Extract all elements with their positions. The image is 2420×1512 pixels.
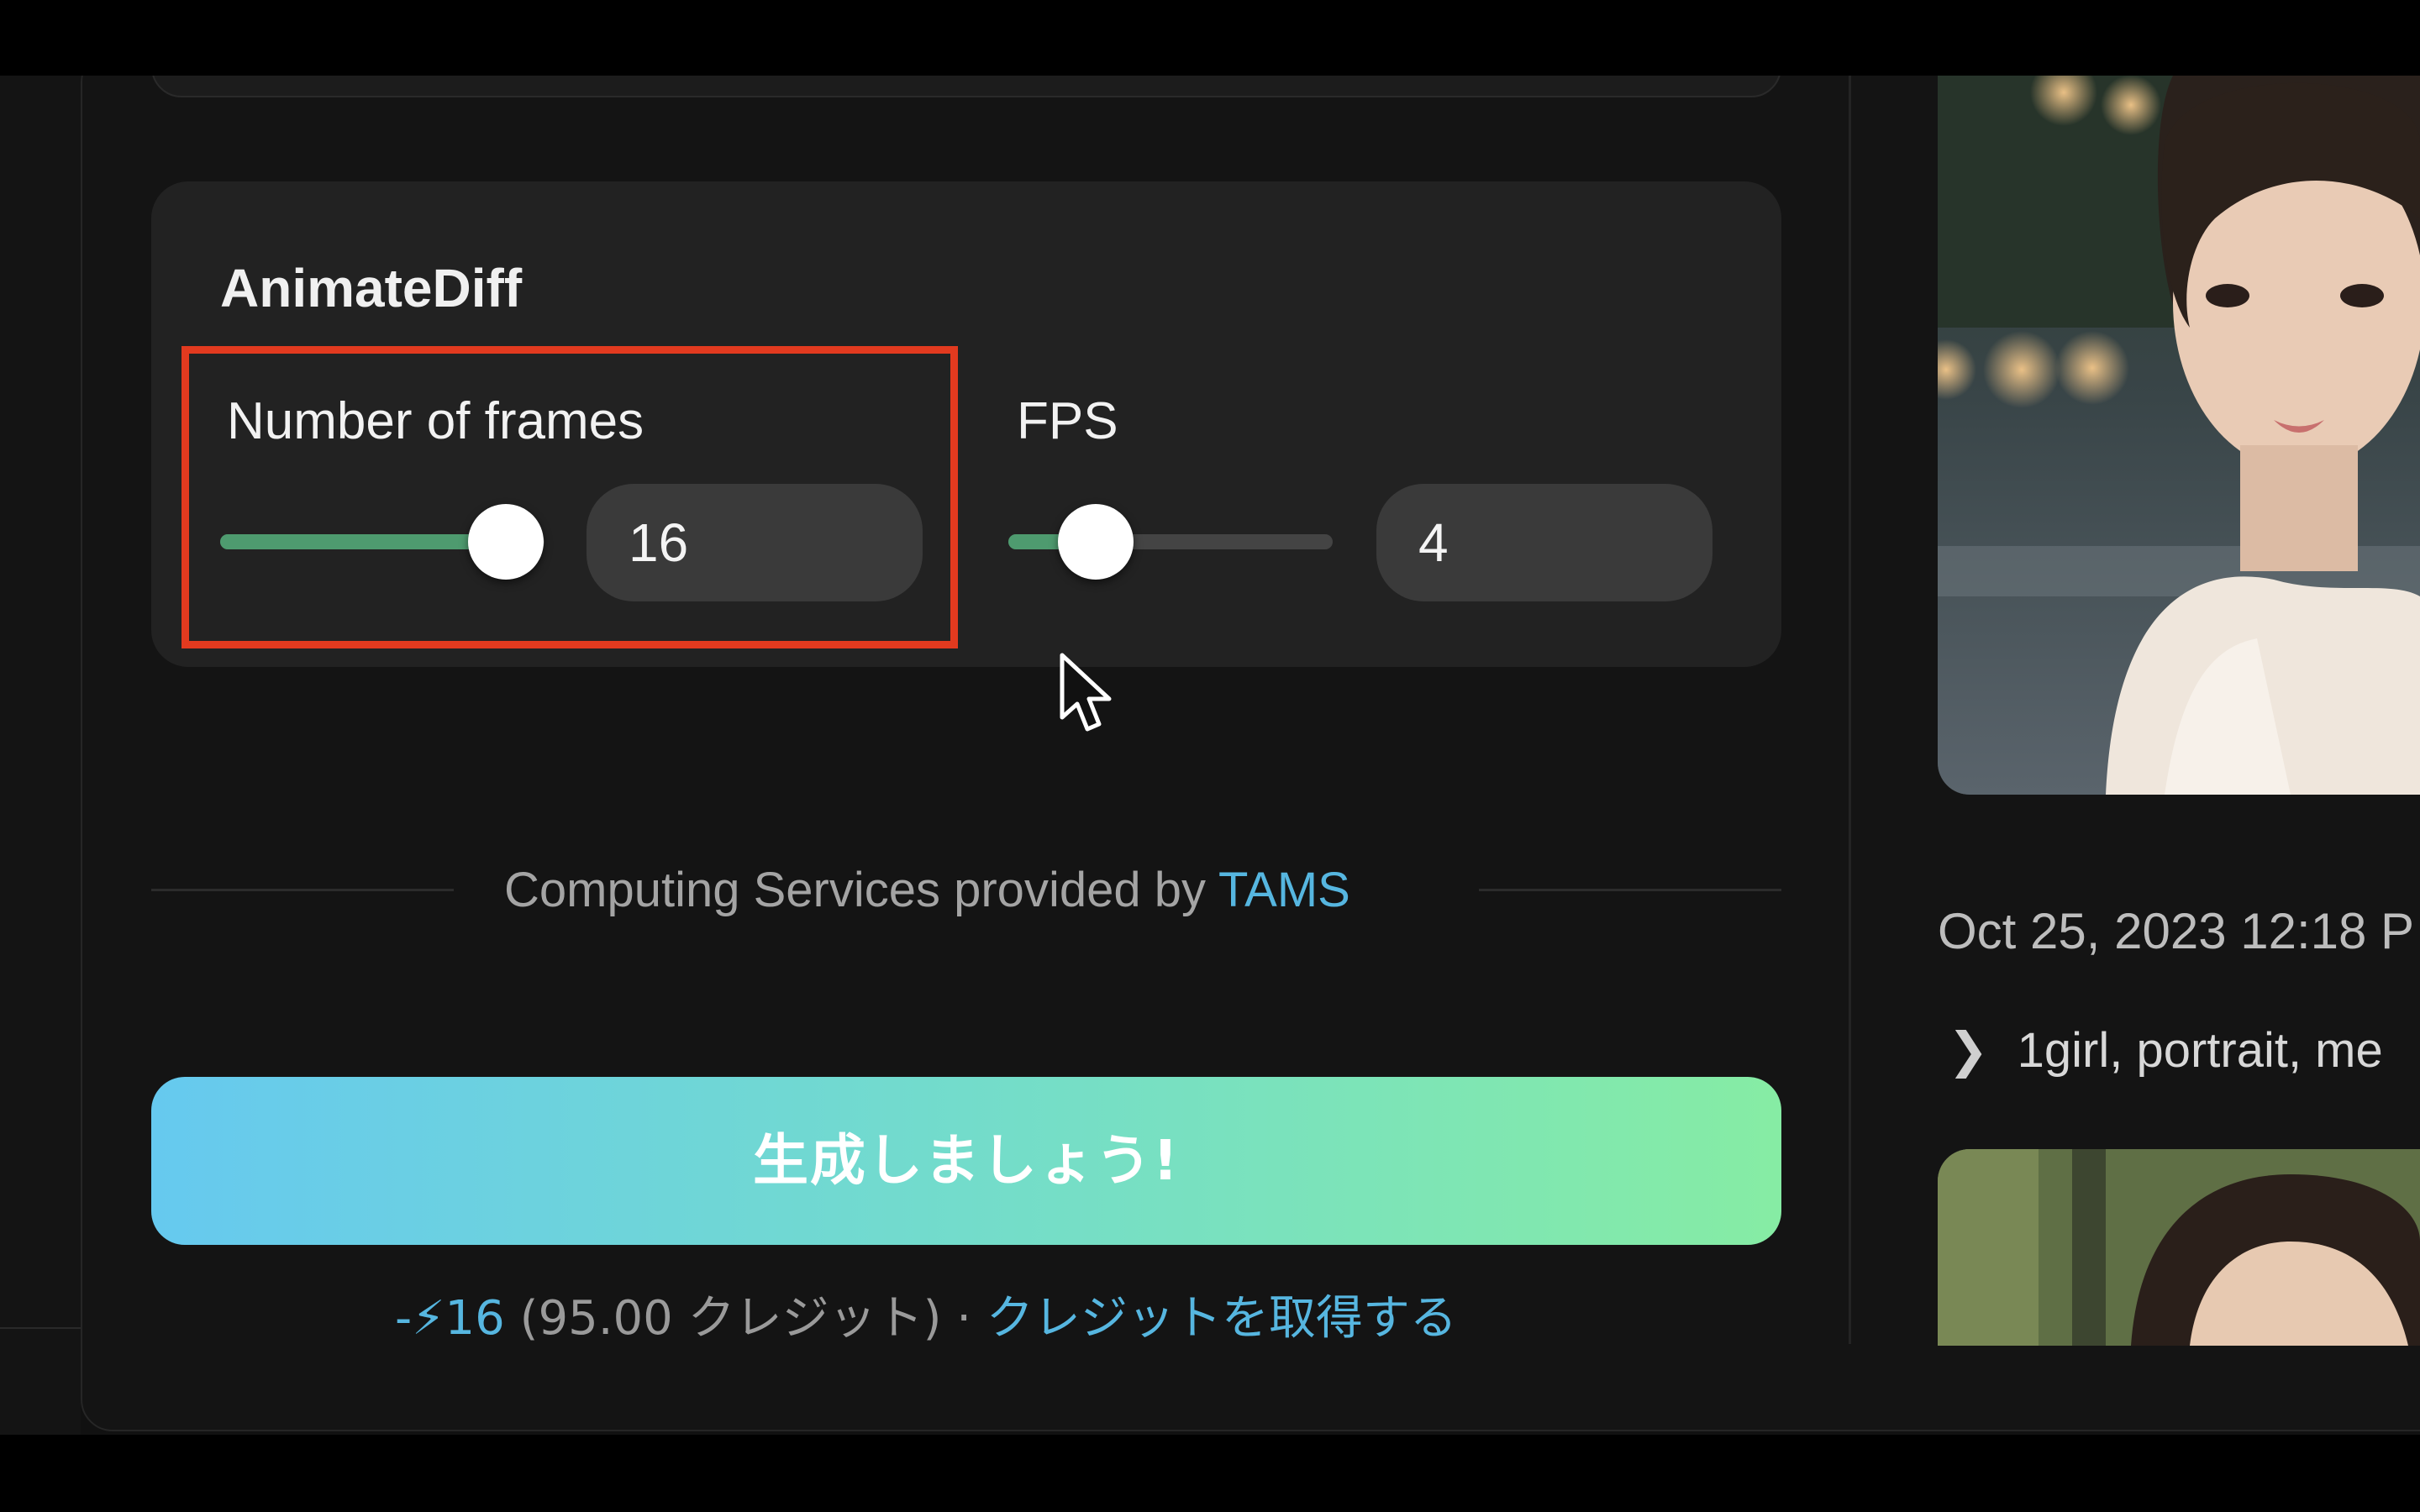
generate-button[interactable]: 生成しましょう! — [151, 1077, 1781, 1245]
fps-input[interactable]: 4 — [1376, 484, 1712, 601]
cost-line: -⚡16 (95.00 クレジット) · クレジットを取得する — [395, 1280, 1457, 1348]
cost-amount: -⚡16 — [395, 1291, 505, 1346]
divider-left — [151, 889, 454, 891]
fps-slider[interactable] — [1008, 534, 1333, 549]
prompt-expander[interactable]: ❯ 1girl, portrait, me — [1948, 1021, 2383, 1079]
frames-slider-thumb[interactable] — [467, 504, 544, 580]
credit-text: Computing Services provided by — [504, 863, 1219, 917]
computing-services-credit: Computing Services provided by TAMS — [504, 862, 1350, 918]
generated-image-preview[interactable] — [1938, 76, 2420, 795]
generated-image-preview-2[interactable] — [1938, 1149, 2420, 1346]
letterbox-bottom — [0, 1435, 2420, 1512]
letterbox-top — [0, 0, 2420, 76]
frames-input[interactable]: 16 — [587, 484, 923, 601]
generation-timestamp: Oct 25, 2023 12:18 P — [1938, 903, 2415, 959]
mouse-cursor-icon — [1060, 653, 1112, 732]
left-sidebar-edge — [0, 76, 81, 1435]
animatediff-title: AnimateDiff — [220, 258, 523, 318]
history-divider — [1849, 76, 1851, 1344]
sidebar-divider — [0, 1327, 81, 1329]
frames-label: Number of frames — [227, 392, 644, 450]
prompt-preview-text: 1girl, portrait, me — [2017, 1023, 2383, 1078]
fps-slider-thumb[interactable] — [1058, 504, 1134, 580]
get-credits-link[interactable]: クレジットを取得する — [986, 1291, 1457, 1346]
chevron-right-icon: ❯ — [1948, 1023, 1989, 1078]
divider-right — [1479, 889, 1781, 891]
frames-slider-fill — [220, 534, 506, 549]
fps-label: FPS — [1017, 392, 1118, 450]
tams-link[interactable]: TAMS — [1218, 863, 1350, 917]
credit-balance: (95.00 クレジット) · — [504, 1291, 986, 1346]
portrait-image-2 — [1938, 1149, 2420, 1346]
portrait-image — [1938, 76, 2420, 795]
